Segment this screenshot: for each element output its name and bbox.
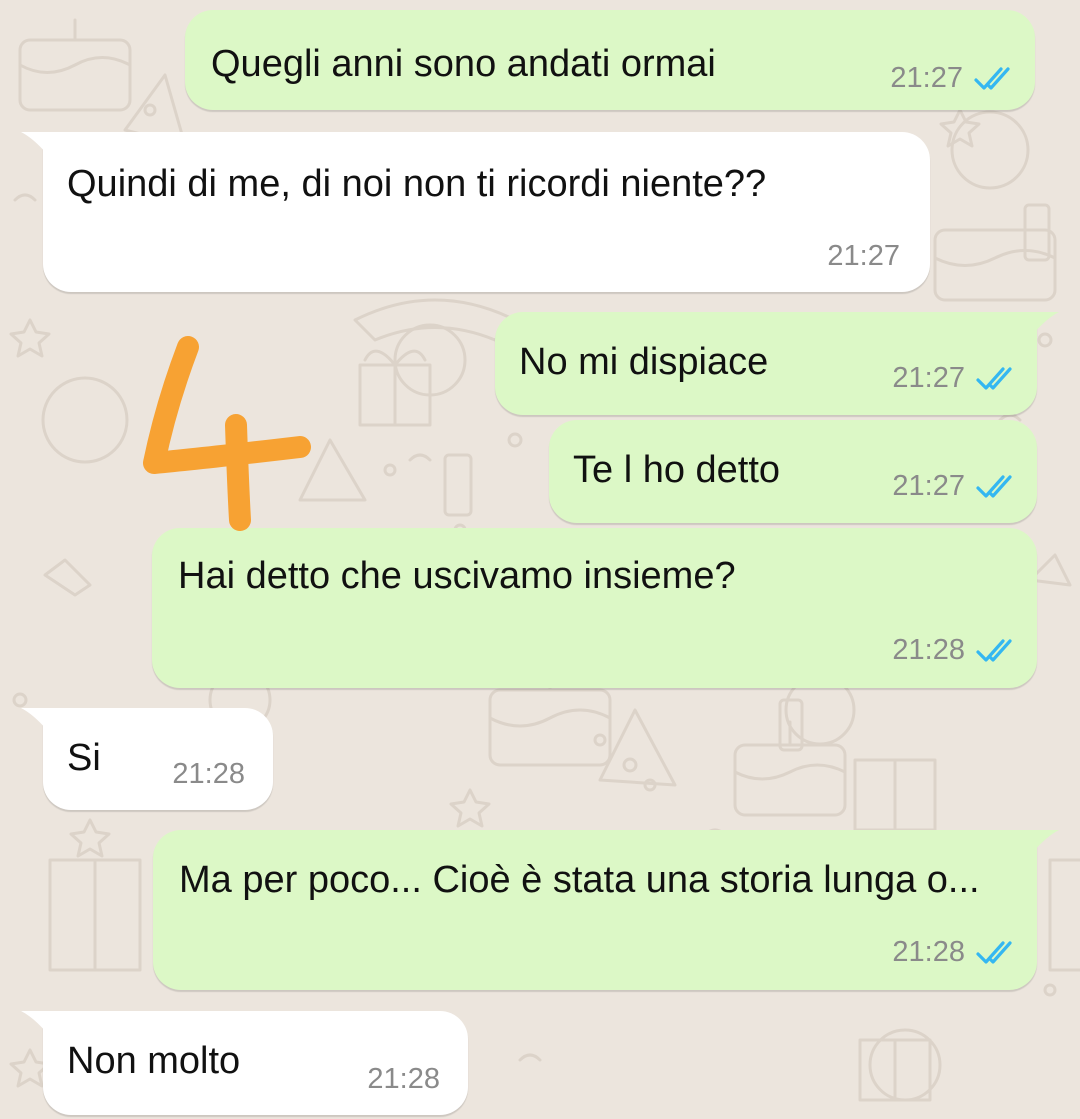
read-receipt-icon <box>973 66 1017 92</box>
chat-conversation: Quegli anni sono andati ormai 21:27 Quin… <box>0 0 1080 1119</box>
message-meta: 21:28 <box>172 758 245 791</box>
message-bubble-outgoing[interactable]: Te l ho detto 21:27 <box>549 420 1037 523</box>
bubble-tail <box>21 708 47 730</box>
message-text: Si <box>67 737 101 779</box>
message-time: 21:28 <box>172 758 245 790</box>
message-meta: 21:27 <box>892 362 1019 395</box>
message-meta: 21:27 <box>890 62 1017 95</box>
message-bubble-incoming[interactable]: Non molto 21:28 <box>21 1011 468 1115</box>
read-receipt-icon <box>975 474 1019 500</box>
read-receipt-icon <box>975 366 1019 392</box>
bubble-tail <box>1033 830 1059 852</box>
message-time: 21:27 <box>892 362 965 394</box>
message-bubble-incoming[interactable]: Quindi di me, di noi non ti ricordi nien… <box>21 132 930 292</box>
message-time: 21:28 <box>892 634 965 666</box>
message-meta: 21:27 <box>892 470 1019 503</box>
message-bubble-outgoing[interactable]: Ma per poco... Cioè è stata una storia l… <box>153 830 1059 990</box>
message-text: Ma per poco... Cioè è stata una storia l… <box>179 859 980 901</box>
handwritten-number-annotation: 4 <box>143 336 311 531</box>
message-bubble-incoming[interactable]: Si 21:28 <box>21 708 273 810</box>
message-bubble-outgoing[interactable]: No mi dispiace 21:27 <box>495 312 1059 415</box>
bubble-tail <box>1033 312 1059 334</box>
bubble-tail <box>21 1011 47 1033</box>
message-text: Te l ho detto <box>573 449 781 491</box>
message-meta: 21:27 <box>827 240 900 273</box>
message-bubble-outgoing[interactable]: Hai detto che uscivamo insieme? 21:28 <box>152 528 1037 688</box>
message-meta: 21:28 <box>892 634 1019 667</box>
message-meta: 21:28 <box>892 936 1019 969</box>
message-text: Quegli anni sono andati ormai <box>211 43 716 85</box>
message-bubble-outgoing[interactable]: Quegli anni sono andati ormai 21:27 <box>185 10 1035 110</box>
message-time: 21:28 <box>367 1063 440 1095</box>
message-text: Hai detto che uscivamo insieme? <box>178 555 736 597</box>
read-receipt-icon <box>975 638 1019 664</box>
message-time: 21:27 <box>892 470 965 502</box>
message-text: Non molto <box>67 1040 241 1082</box>
message-text: No mi dispiace <box>519 341 769 383</box>
message-time: 21:27 <box>890 62 963 94</box>
read-receipt-icon <box>975 940 1019 966</box>
message-time: 21:27 <box>827 240 900 272</box>
bubble-tail <box>21 132 47 154</box>
message-meta: 21:28 <box>367 1063 440 1096</box>
message-text: Quindi di me, di noi non ti ricordi nien… <box>67 163 767 205</box>
message-time: 21:28 <box>892 936 965 968</box>
